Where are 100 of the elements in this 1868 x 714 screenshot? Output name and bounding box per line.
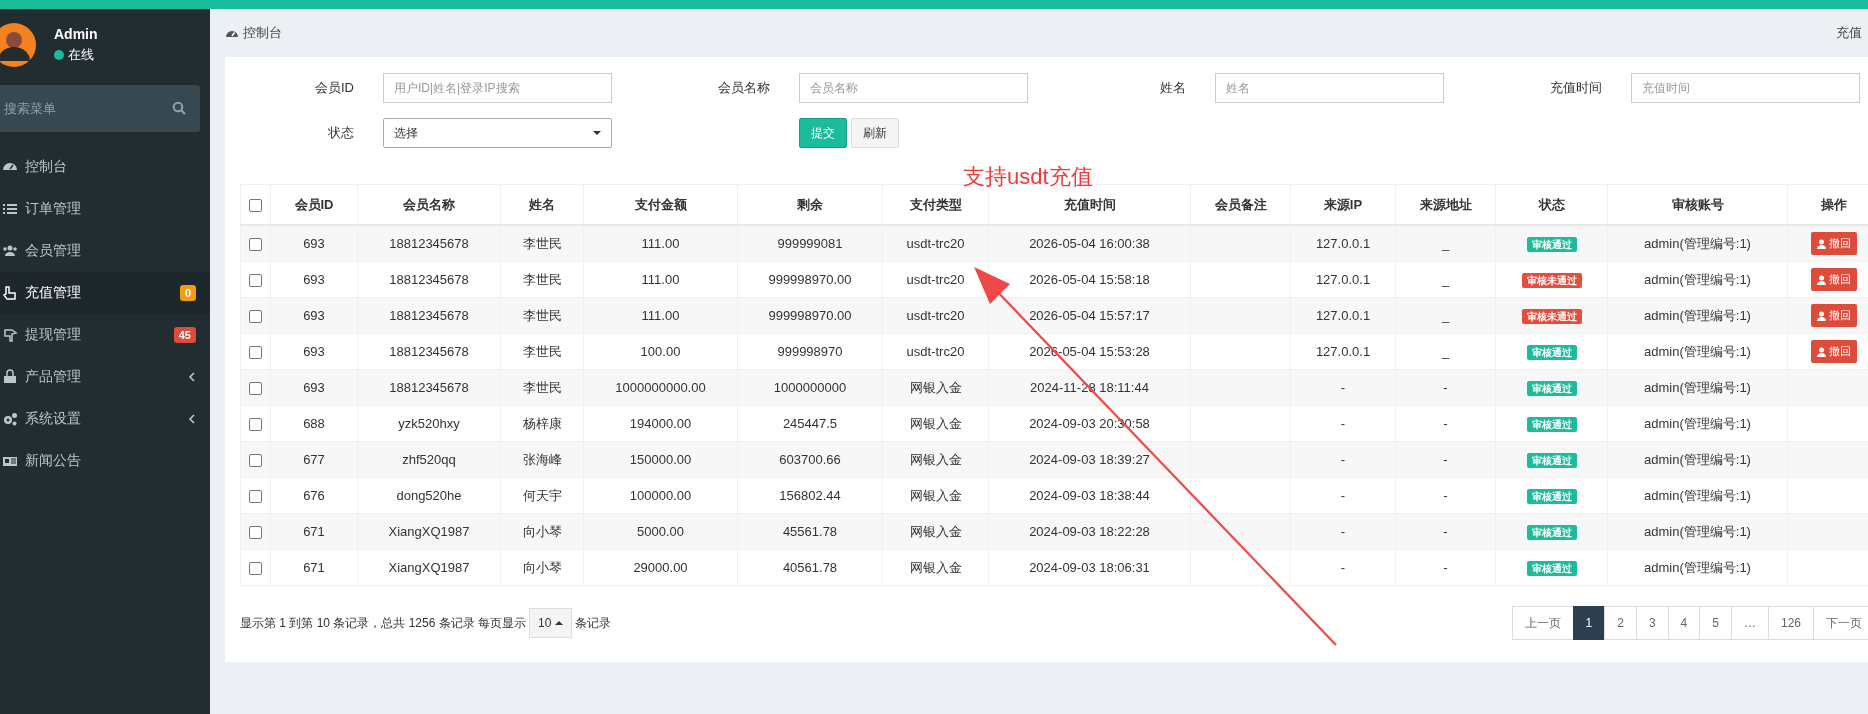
sidebar-item[interactable]: 会员管理	[0, 230, 210, 272]
row-checkbox[interactable]	[249, 382, 262, 396]
table-cell: 李世民	[500, 297, 584, 334]
table-cell: _	[1395, 297, 1496, 334]
table-cell: -	[1395, 513, 1496, 550]
status-badge: 审核通过	[1526, 236, 1577, 252]
table-cell: 671	[270, 513, 358, 550]
table-cell: usdt-trc20	[882, 333, 989, 370]
refresh-button[interactable]: 刷新	[851, 118, 899, 148]
page-button[interactable]: 5	[1699, 606, 1732, 640]
record-summary: 显示第 1 到第 10 条记录，总共 1256 条记录 每页显示	[240, 614, 527, 632]
table-cell: 29000.00	[583, 549, 738, 586]
table-cell: admin(管理编号:1)	[1607, 477, 1788, 514]
table-cell: -	[1290, 441, 1396, 478]
table-cell: 李世民	[500, 261, 584, 298]
table-cell: 111.00	[583, 225, 738, 262]
status-badge: 审核通过	[1526, 524, 1577, 540]
field-label: 充值时间	[1549, 79, 1602, 97]
table-cell: 2024-09-03 18:22:28	[988, 513, 1191, 550]
breadcrumb-item[interactable]: 控制台	[243, 24, 1836, 42]
sidebar-item[interactable]: 系统设置	[0, 398, 210, 440]
table-cell: admin(管理编号:1)	[1607, 513, 1788, 550]
select-all-checkbox[interactable]	[249, 199, 262, 213]
input-field[interactable]: 充值时间	[1631, 73, 1860, 103]
table-cell: 127.0.0.1	[1290, 333, 1396, 370]
status-dropdown[interactable]: 选择	[383, 118, 612, 148]
field-label: 会员名称	[717, 79, 770, 97]
page-button[interactable]: 下一页	[1813, 606, 1868, 640]
field-label: 姓名	[1159, 79, 1186, 97]
page-button[interactable]: 3	[1635, 606, 1669, 640]
revoke-button[interactable]: 撤回	[1811, 304, 1857, 327]
breadcrumb-item[interactable]: 充值	[1836, 24, 1862, 42]
revoke-button[interactable]: 撤回	[1811, 232, 1857, 255]
table-cell: 2026-05-04 16:00:38	[988, 225, 1191, 262]
sidebar-item[interactable]: 产品管理	[0, 356, 210, 398]
table-cell: admin(管理编号:1)	[1607, 441, 1788, 478]
table-cell: 111.00	[583, 261, 738, 298]
sidebar-item[interactable]: 订单管理	[0, 188, 210, 230]
revoke-button[interactable]: 撤回	[1811, 268, 1857, 291]
page-button[interactable]: 上一页	[1511, 606, 1574, 640]
menu-search-field[interactable]: 搜索菜单	[0, 85, 200, 132]
table-cell: 向小琴	[500, 549, 584, 586]
table-cell: _	[1395, 261, 1496, 298]
row-checkbox[interactable]	[249, 454, 262, 468]
table-cell: 1000000000.00	[583, 369, 738, 406]
table-cell: XiangXQ1987	[357, 513, 501, 550]
table-cell: 18812345678	[357, 297, 501, 334]
table-cell: 网银入金	[882, 441, 989, 478]
table-cell: 693	[270, 261, 358, 298]
input-field[interactable]: 会员名称	[799, 73, 1028, 103]
table-cell: 150000.00	[583, 441, 738, 478]
table-cell: -	[1395, 477, 1496, 514]
status-badge: 审核通过	[1526, 452, 1577, 468]
status-badge: 审核通过	[1526, 416, 1577, 432]
status-badge: 审核通过	[1526, 344, 1577, 360]
row-checkbox[interactable]	[249, 238, 262, 252]
table-cell: -	[1395, 369, 1496, 406]
sidebar-item[interactable]: 控制台	[0, 146, 210, 188]
field-label: 会员ID	[314, 79, 354, 97]
table-cell: 45561.78	[737, 513, 883, 550]
row-checkbox[interactable]	[249, 526, 262, 540]
user-status: 在线	[68, 46, 94, 64]
input-field[interactable]: 用户ID|姓名|登录IP搜索	[383, 73, 612, 103]
table-cell: 127.0.0.1	[1290, 297, 1396, 334]
table-cell: -	[1290, 477, 1396, 514]
dropdown-caret-icon	[593, 131, 601, 135]
records-label: 条记录	[575, 614, 612, 632]
row-checkbox[interactable]	[249, 490, 262, 504]
table-cell: 603700.66	[737, 441, 883, 478]
table-cell: 2024-09-03 18:38:44	[988, 477, 1191, 514]
sidebar-item[interactable]: 新闻公告	[0, 440, 210, 482]
status-badge: 审核未通过	[1521, 272, 1582, 288]
user-icon	[1817, 346, 1826, 357]
row-checkbox[interactable]	[249, 562, 262, 576]
table-cell: 194000.00	[583, 405, 738, 442]
table-cell: -	[1290, 549, 1396, 586]
table-cell: 向小琴	[500, 513, 584, 550]
page-size-dropdown[interactable]: 10	[529, 608, 573, 638]
sidebar-item[interactable]: 充值管理 0	[0, 272, 210, 314]
input-field[interactable]: 姓名	[1215, 73, 1444, 103]
page-button[interactable]: 126	[1767, 606, 1814, 640]
table-cell: 245447.5	[737, 405, 883, 442]
page-button[interactable]: 2	[1604, 606, 1637, 640]
revoke-button[interactable]: 撤回	[1811, 340, 1857, 363]
table-cell: admin(管理编号:1)	[1607, 261, 1788, 298]
status-badge: 审核通过	[1526, 488, 1577, 504]
table-cell: 1000000000	[737, 369, 883, 406]
row-checkbox[interactable]	[249, 274, 262, 288]
table-cell: 李世民	[500, 225, 584, 262]
row-checkbox[interactable]	[249, 310, 262, 324]
row-checkbox[interactable]	[249, 346, 262, 360]
user-icon	[1817, 310, 1826, 321]
count-badge: 45	[173, 327, 196, 343]
table-cell: 18812345678	[357, 369, 501, 406]
sidebar-item[interactable]: 提现管理 45	[0, 314, 210, 356]
row-checkbox[interactable]	[249, 418, 262, 432]
page-button[interactable]: …	[1730, 606, 1769, 640]
table-cell: 693	[270, 369, 358, 406]
table-cell: 网银入金	[882, 405, 989, 442]
table-cell: 127.0.0.1	[1290, 225, 1396, 262]
